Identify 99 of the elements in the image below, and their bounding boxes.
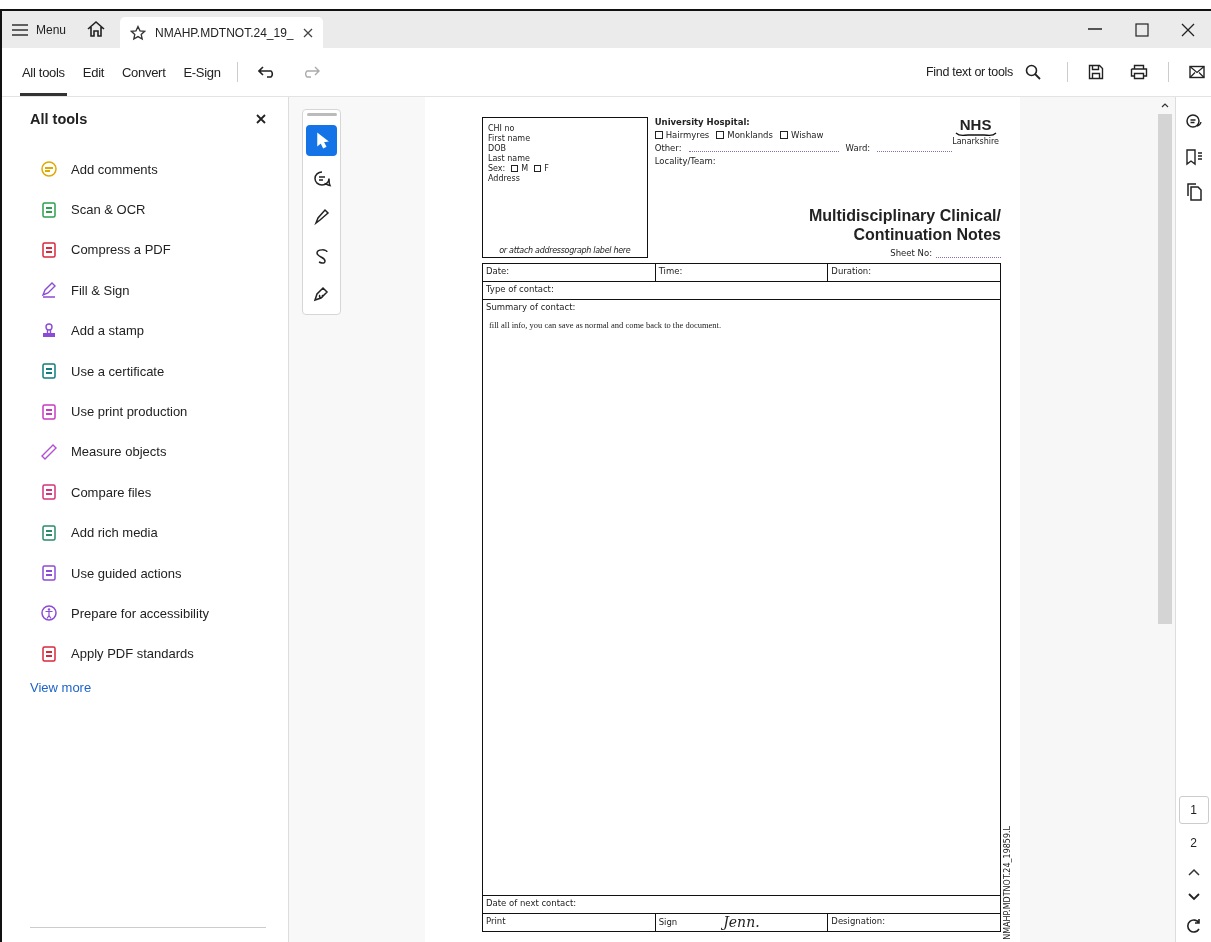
checkbox-label: Monklands — [727, 130, 773, 140]
tool-item[interactable]: Add rich media — [30, 512, 266, 553]
table-cell-text: Type of contact: — [485, 283, 555, 296]
checkbox[interactable] — [716, 131, 725, 139]
tool-label: Fill & Sign — [71, 282, 130, 298]
tab-title: NMAHP.MDTNOT.24_19_ — [155, 24, 294, 41]
hospital-label: University Hospital: — [654, 117, 751, 127]
field-label: First name — [488, 134, 532, 143]
field-label: DOB — [488, 144, 507, 153]
tool-item[interactable]: Add a stamp — [30, 310, 266, 351]
form-code: NMAHP.MDTNOT.24_19859.L — [1003, 826, 1012, 940]
summary-text: fill all info, you can save as normal and come back to the document. — [488, 320, 723, 330]
find-button[interactable]: Find text or tools — [920, 63, 1053, 81]
checkbox-label: Hairmyres — [665, 130, 710, 140]
signature: Jenn. — [723, 914, 760, 929]
undo-icon[interactable] — [257, 66, 276, 78]
field-label: Sheet No: — [890, 248, 932, 258]
close-icon[interactable] — [256, 114, 266, 124]
form-title: Continuation Notes — [852, 225, 1001, 244]
field-label: Sign — [658, 916, 678, 927]
refresh-icon[interactable] — [1185, 918, 1202, 934]
field-label: Locality/Team: — [654, 156, 717, 166]
tool-label: Compare files — [71, 484, 152, 500]
pages-icon[interactable] — [1185, 183, 1202, 201]
view-more-link[interactable]: View more — [30, 680, 92, 696]
field-label: Sex: — [488, 164, 506, 173]
field-label: Last name — [488, 154, 531, 163]
table-cell-text: Duration: — [830, 265, 873, 278]
tool-item[interactable]: Measure objects — [30, 431, 266, 473]
tool-item[interactable]: Prepare for accessibility — [30, 593, 266, 634]
tool-label: Prepare for accessibility — [71, 606, 209, 621]
scroll-up-icon[interactable] — [1161, 103, 1169, 108]
checkbox[interactable] — [511, 165, 519, 172]
star-icon[interactable] — [130, 24, 147, 41]
tool-item[interactable]: Apply PDF standards — [30, 633, 266, 675]
table-cell: Print — [483, 914, 656, 931]
checkbox-label: Wishaw — [790, 130, 824, 140]
table-cell: Date: — [483, 264, 656, 281]
field-label: Other: — [654, 143, 682, 153]
checkbox-label: M — [521, 164, 529, 173]
wave-icon — [954, 132, 997, 137]
chevron-down-icon[interactable] — [1187, 893, 1200, 901]
tool-item[interactable]: Add comments — [30, 149, 266, 190]
close-icon[interactable] — [302, 27, 313, 38]
bookmark-icon[interactable] — [1184, 148, 1203, 166]
page-number-button[interactable]: 1 — [1178, 796, 1209, 824]
tool-item[interactable]: Scan & OCR — [30, 189, 266, 230]
tool-label: Add rich media — [71, 525, 158, 541]
field-label: Ward: — [845, 143, 871, 153]
menu-icon — [12, 23, 28, 36]
form-title: Multidisciplinary Clinical/ — [807, 206, 1001, 225]
close-icon[interactable] — [1181, 23, 1195, 37]
speech-bubble-icon — [311, 168, 332, 189]
checkbox[interactable] — [654, 131, 663, 139]
checkbox[interactable] — [779, 131, 788, 139]
addressograph-note: or attach addressograph label here — [498, 246, 632, 255]
page-number-button[interactable]: 2 — [1178, 829, 1209, 857]
checkbox[interactable] — [534, 165, 542, 172]
toolbar-tab[interactable]: All tools — [20, 48, 67, 96]
table-cell-text: Date of next contact: — [485, 897, 578, 910]
checkbox-label: F — [544, 164, 549, 173]
tool-label: Use print production — [71, 404, 188, 420]
panel-title: All tools — [30, 111, 88, 127]
tool-item[interactable]: Compress a PDF — [30, 229, 266, 271]
tool-label: Add a stamp — [71, 323, 144, 339]
tool-label: Scan & OCR — [71, 202, 146, 218]
mail-icon[interactable] — [1189, 65, 1205, 79]
document-tab[interactable]: NMAHP.MDTNOT.24_19_ — [120, 17, 323, 48]
table-cell-text: Designation: — [830, 915, 887, 928]
field-label: Address — [488, 174, 521, 183]
print-icon[interactable] — [1130, 64, 1148, 80]
tool-item[interactable]: Use a certificate — [30, 350, 266, 392]
chevron-up-icon[interactable] — [1187, 868, 1200, 876]
save-icon[interactable] — [1088, 64, 1104, 80]
toolbar-tab[interactable]: Edit — [80, 48, 107, 96]
pointer-tool-button[interactable] — [306, 125, 337, 156]
maximize-icon[interactable] — [1135, 23, 1149, 37]
tool-label: Use guided actions — [71, 565, 182, 581]
menu-button[interactable]: Menu — [12, 11, 75, 48]
scrollbar-thumb[interactable] — [1158, 114, 1172, 624]
tool-label: Compress a PDF — [71, 242, 171, 258]
tool-label: Measure objects — [71, 444, 167, 460]
field-label: CHI no — [488, 124, 516, 133]
search-icon — [1025, 64, 1041, 80]
tool-item[interactable]: Use guided actions — [30, 552, 266, 594]
logo-region: Lanarkshire — [952, 137, 999, 146]
field-label: Summary of contact: — [486, 302, 577, 312]
tool-label: Add comments — [71, 161, 158, 177]
comment-icon[interactable] — [1184, 113, 1203, 131]
tool-label: Use a certificate — [71, 363, 165, 379]
toolbar-tab[interactable]: E-Sign — [181, 48, 223, 96]
table-cell: Time: — [655, 264, 829, 281]
home-icon[interactable] — [86, 20, 107, 38]
tool-item[interactable]: Use print production — [30, 391, 266, 432]
toolbar-tab[interactable]: Convert — [120, 48, 168, 96]
tool-item[interactable]: Fill & Sign — [30, 270, 266, 311]
tool-label: Apply PDF standards — [71, 646, 194, 662]
tool-item[interactable]: Compare files — [30, 472, 266, 513]
logo-mark: NHS — [959, 117, 992, 132]
